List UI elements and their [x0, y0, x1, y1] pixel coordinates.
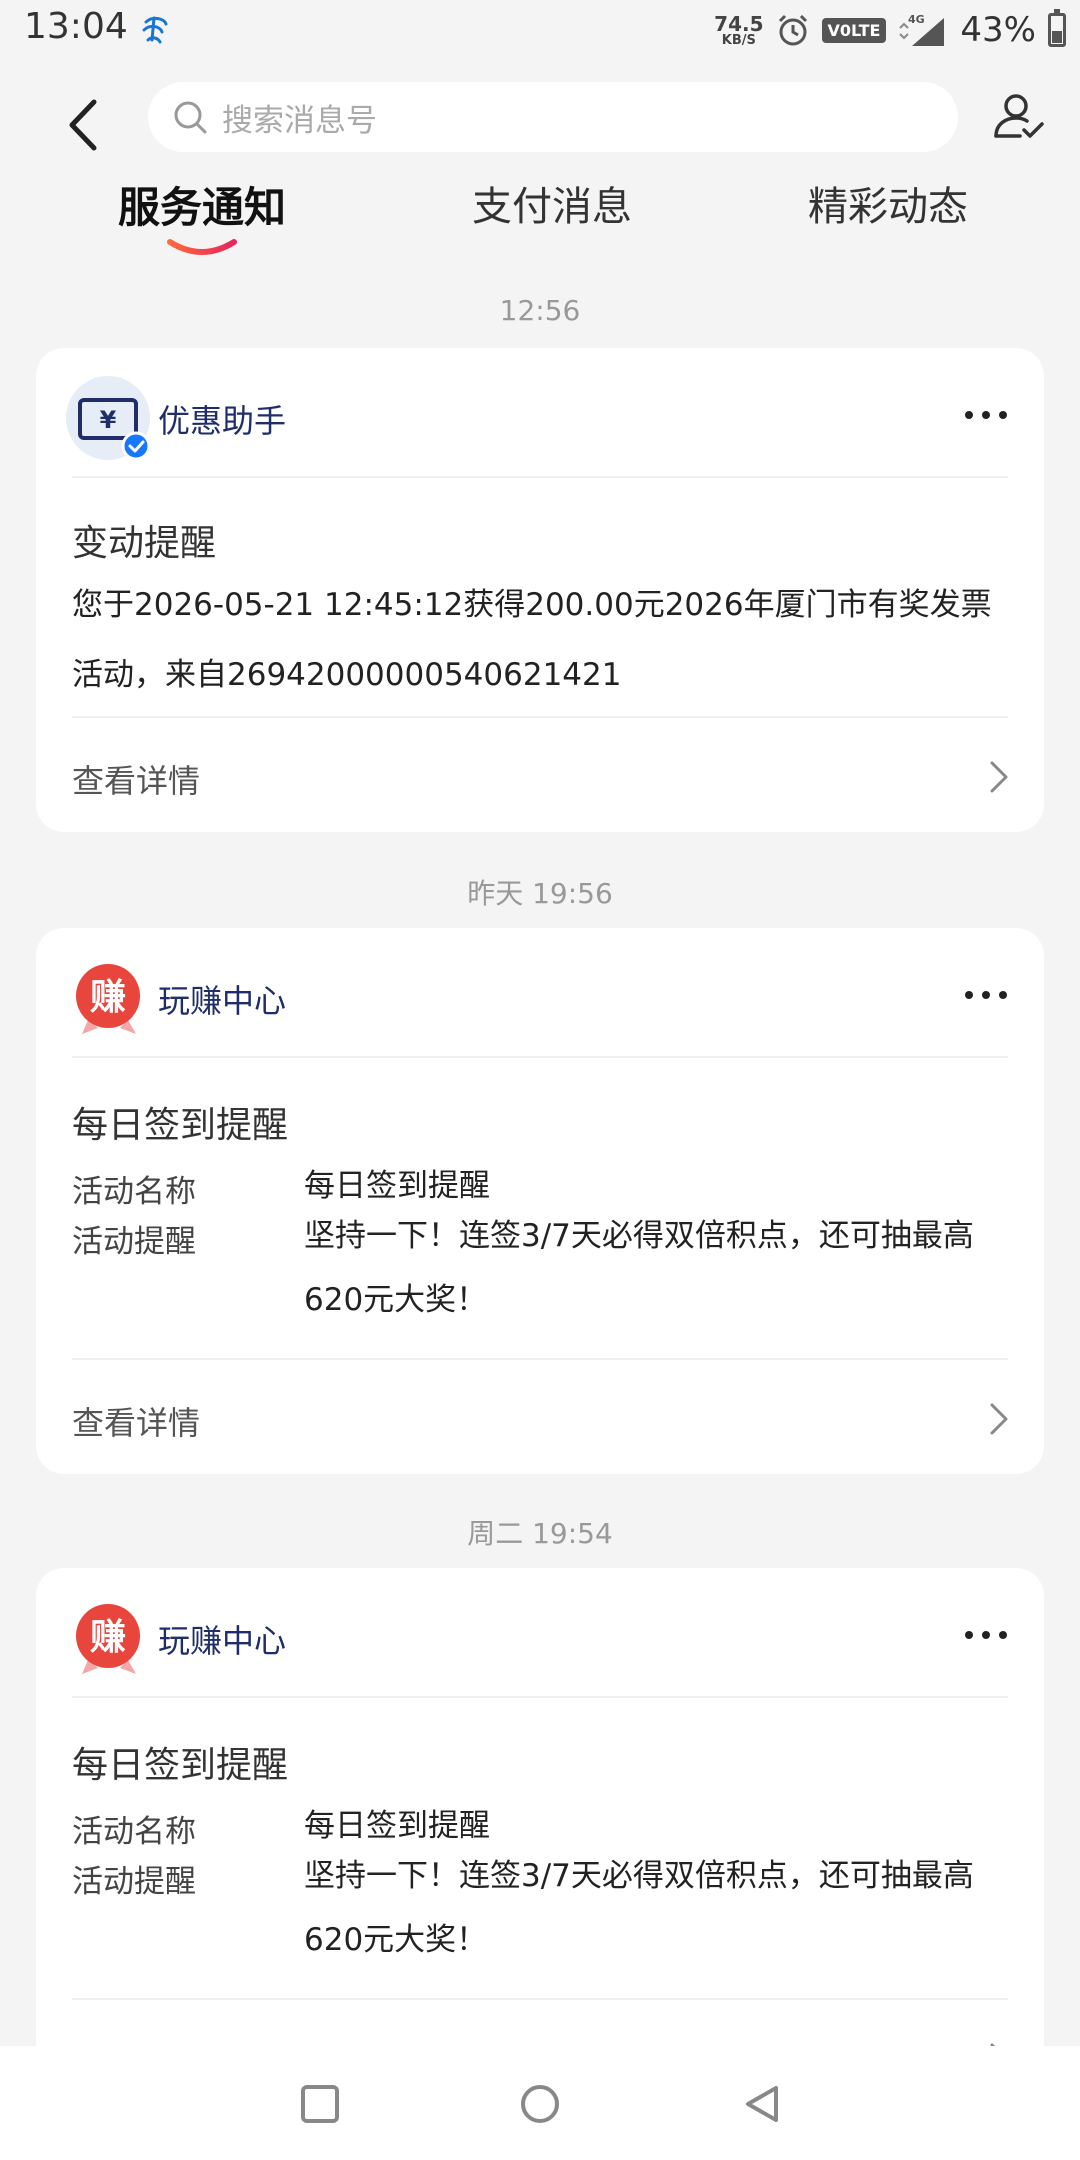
system-nav-bar: [0, 2046, 1080, 2160]
more-dots-icon[interactable]: [964, 1630, 1008, 1640]
message-source-name: 玩赚中心: [158, 1622, 287, 1660]
status-time: 13:04: [24, 6, 128, 47]
field-label: 活动提醒: [72, 1864, 196, 1900]
field-value: 坚持一下！连签3/7天必得双倍积点，还可抽最高620元大奖！: [304, 1858, 974, 1958]
field-label: 活动名称: [72, 1174, 196, 1210]
divider: [72, 716, 1008, 718]
divider: [72, 1056, 1008, 1058]
message-card: ¥ 优惠助手 变动提醒 您于2026-05-21 12:45:12获得200.0…: [36, 348, 1044, 832]
svg-text:赚: 赚: [90, 977, 126, 1018]
net-speed: 74.5 KB/S: [714, 11, 764, 48]
header: 搜索消息号: [0, 70, 1080, 180]
active-tab-indicator: [167, 239, 237, 255]
user-settings-icon[interactable]: [990, 90, 1046, 146]
square-icon[interactable]: [298, 2082, 342, 2126]
message-source-name: 玩赚中心: [158, 982, 287, 1020]
tab-highlights[interactable]: 精彩动态: [808, 174, 968, 232]
svg-text:4G: 4G: [908, 13, 925, 26]
message-title: 每日签到提醒: [72, 1105, 289, 1146]
chevron-right-icon[interactable]: [988, 760, 1010, 794]
view-details-link[interactable]: 查看详情: [72, 756, 200, 802]
message-source-row[interactable]: ¥ 优惠助手: [36, 348, 1044, 476]
divider: [72, 1998, 1008, 2000]
earn-center-icon: 赚: [76, 1604, 140, 1674]
field-label: 活动提醒: [72, 1224, 196, 1260]
alarm-icon: [778, 14, 807, 46]
divider: [72, 476, 1008, 478]
message-source-name: 优惠助手: [158, 402, 287, 440]
view-details-link[interactable]: 查看详情: [72, 1398, 200, 1444]
search-placeholder: 搜索消息号: [222, 102, 377, 139]
divider: [72, 1358, 1008, 1360]
triangle-back-icon[interactable]: [740, 2082, 784, 2126]
more-dots-icon[interactable]: [964, 990, 1008, 1000]
message-title: 每日签到提醒: [72, 1745, 289, 1786]
divider: [72, 1696, 1008, 1698]
coupon-yen-icon: ¥: [66, 376, 151, 461]
message-time: 12:56: [499, 294, 581, 327]
message-card: 赚 玩赚中心 每日签到提醒 活动名称 每日签到提醒 活动提醒 坚持一下！连签3/…: [36, 1568, 1044, 2114]
message-card: 赚 玩赚中心 每日签到提醒 活动名称 每日签到提醒 活动提醒 坚持一下！连签3/…: [36, 928, 1044, 1474]
circle-icon[interactable]: [518, 2082, 562, 2126]
verified-badge-icon: [121, 431, 151, 461]
message-tabs: 服务通知 支付消息 精彩动态: [0, 174, 1080, 264]
message-source-row[interactable]: 赚 玩赚中心: [36, 1568, 1044, 1696]
message-source-row[interactable]: 赚 玩赚中心: [36, 928, 1044, 1056]
svg-text:¥: ¥: [100, 406, 117, 434]
tab-payment-messages[interactable]: 支付消息: [472, 174, 632, 232]
earn-center-icon: 赚: [76, 964, 140, 1034]
volte-badge: V0LTE: [821, 17, 887, 43]
svg-text:赚: 赚: [90, 1617, 126, 1658]
status-indicators: 74.5 KB/S V0LTE 4G 43%: [714, 4, 1066, 56]
chevron-right-icon[interactable]: [988, 1402, 1010, 1436]
more-dots-icon[interactable]: [964, 410, 1008, 420]
message-body: 您于2026-05-21 12:45:12获得200.00元2026年厦门市有奖…: [72, 587, 992, 693]
field-label: 活动名称: [72, 1814, 196, 1850]
back-arrow-icon[interactable]: [60, 92, 108, 158]
battery-percent: 43%: [960, 10, 1036, 50]
message-title: 变动提醒: [72, 523, 217, 564]
search-icon: [174, 101, 207, 134]
search-input[interactable]: 搜索消息号: [148, 82, 958, 152]
message-time: 周二 19:54: [467, 1517, 613, 1550]
carrier-logo-icon: [142, 16, 168, 44]
message-time: 昨天 19:56: [467, 877, 613, 910]
signal-icon: 4G: [899, 13, 945, 46]
status-bar: 13:04 74.5 KB/S V0LTE 4G 43%: [0, 0, 1080, 62]
field-value: 坚持一下！连签3/7天必得双倍积点，还可抽最高620元大奖！: [304, 1218, 974, 1318]
battery-icon: [1048, 9, 1066, 47]
tab-service-notice[interactable]: 服务通知: [118, 174, 286, 235]
